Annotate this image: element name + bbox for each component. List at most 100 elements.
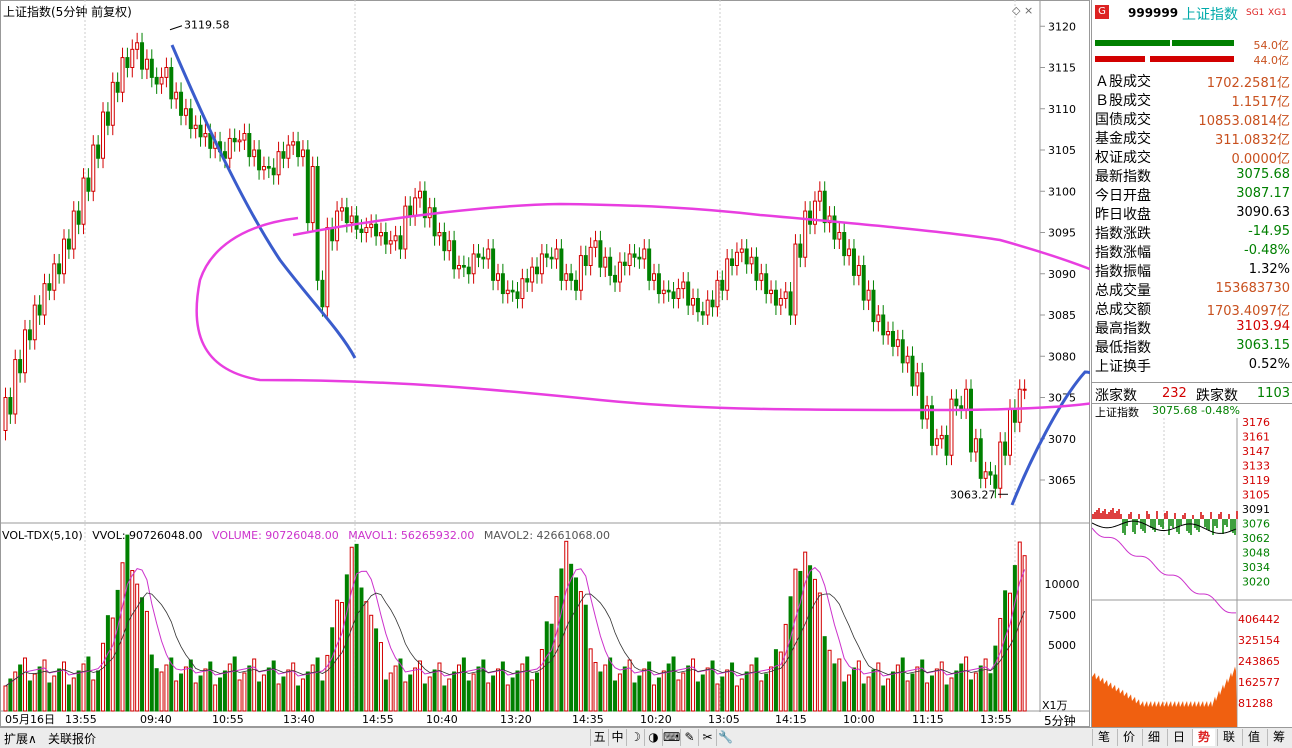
side-tab[interactable]: 联: [1217, 729, 1240, 746]
volume-bar: [803, 551, 808, 712]
candle-body: [822, 190, 827, 224]
price-tick-label: 3085: [1048, 309, 1076, 322]
candle-body: [861, 265, 866, 301]
volume-bar: [793, 568, 798, 712]
volume-bar: [915, 666, 920, 712]
toolbar-icon[interactable]: ✎: [680, 729, 698, 746]
candle-body: [169, 67, 174, 100]
candle-body: [388, 240, 393, 245]
volume-bar: [929, 675, 934, 712]
volume-bar: [154, 668, 159, 712]
time-tick-label: 11:15: [912, 713, 944, 726]
price-tick-label: 3105: [1048, 144, 1076, 157]
volume-bar: [598, 671, 603, 712]
candle-body: [505, 289, 510, 295]
tab-related-quotes[interactable]: 关联报价: [48, 730, 96, 747]
candle-body: [676, 288, 681, 300]
quote-row: 基金成交 311.0832亿: [1092, 127, 1292, 148]
candle-body: [159, 76, 164, 85]
candle-body: [408, 205, 413, 217]
volume-bar: [237, 679, 242, 712]
price-tick-label: 3065: [1048, 474, 1076, 487]
candle-body: [276, 151, 281, 176]
toolbar-icon[interactable]: ⌨: [662, 729, 680, 746]
time-tick-label: 10:55: [212, 713, 244, 726]
candle-body: [749, 256, 754, 265]
candle-body: [330, 227, 335, 242]
volume-bar: [871, 669, 876, 712]
volume-bar: [866, 676, 871, 712]
mini-chart[interactable]: 3176 31613147 31333119 31053091 30763062 3048…: [1092, 418, 1292, 727]
candle-body: [978, 438, 983, 479]
badge-g-icon[interactable]: G: [1095, 5, 1109, 19]
side-tab[interactable]: 笔: [1092, 729, 1115, 746]
quote-label: Ｂ股成交: [1095, 93, 1151, 109]
candle-body: [720, 279, 725, 291]
volume-bar: [442, 685, 447, 712]
volume-bar: [286, 669, 291, 712]
volume-bar: [222, 670, 227, 712]
toolbar-icon[interactable]: 五: [590, 729, 608, 746]
candle-body: [988, 471, 993, 476]
candle-body: [920, 372, 925, 420]
xg-tag[interactable]: XG1: [1268, 8, 1287, 18]
price-tick-label: 3090: [1048, 268, 1076, 281]
price-tick-label: 3070: [1048, 433, 1076, 446]
candle-body: [915, 372, 920, 387]
volume-bar: [471, 673, 476, 712]
toolbar-icon[interactable]: ✂: [698, 729, 716, 746]
volume-bar: [613, 680, 618, 712]
candle-body: [57, 263, 62, 275]
window-controls-icon[interactable]: ◇ ×: [1012, 4, 1033, 17]
volume-bar: [76, 670, 81, 712]
candle-body: [110, 81, 115, 126]
side-tab[interactable]: 值: [1242, 729, 1265, 746]
side-tab[interactable]: 筹: [1267, 729, 1290, 746]
volume-bar: [476, 666, 481, 712]
side-tab[interactable]: 日: [1167, 729, 1190, 746]
candle-body: [695, 298, 700, 313]
candle-body: [647, 248, 652, 281]
volume-bar: [739, 678, 744, 712]
candle-body: [135, 42, 140, 50]
candle-body: [847, 248, 852, 257]
vol-indicator-name[interactable]: VOL-TDX(5,10): [2, 529, 83, 542]
volume-bar: [676, 679, 681, 712]
candle-body: [871, 289, 876, 323]
candle-body: [339, 207, 344, 212]
volume-bar: [637, 675, 642, 712]
sg-tag[interactable]: SG1: [1246, 8, 1264, 18]
side-tab[interactable]: 势: [1192, 729, 1215, 746]
candle-body: [227, 137, 232, 159]
mini-price-tick: 3034: [1242, 561, 1270, 574]
candle-body: [432, 207, 437, 237]
main-chart[interactable]: 上证指数(5分钟 前复权) 3120 3115 3110 3105 3100 3095 30…: [0, 0, 1090, 728]
candle-body: [359, 228, 364, 233]
tab-extend[interactable]: 扩展∧: [4, 730, 37, 747]
volume-bar: [847, 674, 852, 712]
toolbar-icon[interactable]: 🔧: [716, 729, 734, 746]
quote-value: -0.48%: [1244, 243, 1290, 258]
volume-bar: [798, 571, 803, 712]
stock-code: 999999: [1128, 6, 1179, 20]
quote-label: 上证换手: [1095, 359, 1151, 375]
candle-body: [964, 388, 969, 410]
volume-bar: [754, 657, 759, 712]
quote-panel: G 999999 上证指数 SG1 XG1 54.0亿 44.0亿 Ａ股成交 17…: [1091, 0, 1292, 727]
volume-bar: [247, 665, 252, 712]
candle-body: [603, 256, 608, 268]
toolbar-icon[interactable]: 中: [608, 729, 626, 746]
quote-row: Ａ股成交 1702.2581亿: [1092, 70, 1292, 91]
volume-bar: [281, 676, 286, 712]
side-tab[interactable]: 价: [1117, 729, 1140, 746]
side-tab[interactable]: 细: [1142, 729, 1165, 746]
candle-body: [349, 215, 354, 224]
chart-svg[interactable]: 3120311531103105310030953090308530803075…: [0, 0, 1090, 727]
candle-body: [232, 137, 237, 143]
toolbar-icon[interactable]: ◑: [644, 729, 662, 746]
toolbar-icon[interactable]: ☽: [626, 729, 644, 746]
volume-bar: [149, 654, 154, 712]
candle-body: [105, 111, 110, 126]
candle-body: [291, 141, 296, 146]
volume-bar: [193, 682, 198, 712]
